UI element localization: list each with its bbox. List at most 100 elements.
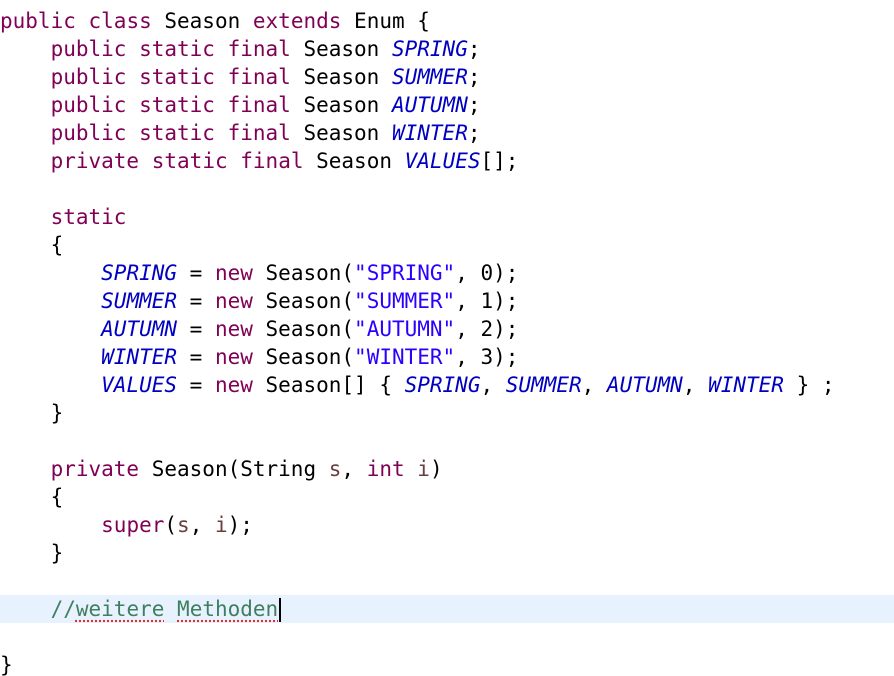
code-token: ; — [467, 93, 481, 117]
keyword: private — [50, 457, 140, 481]
keyword: new — [214, 261, 253, 285]
field: WINTER — [391, 121, 468, 145]
keyword: final — [227, 37, 291, 61]
code-token: Season — [290, 37, 392, 61]
code-token: ; — [467, 121, 481, 145]
keyword: static — [151, 149, 228, 173]
code-line[interactable]: super(s, i); — [0, 511, 894, 539]
comment: // — [50, 597, 76, 621]
keyword: final — [227, 93, 291, 117]
code-line[interactable]: { — [0, 483, 894, 511]
code-token: { — [0, 233, 64, 257]
code-token: ) — [429, 457, 443, 481]
code-line[interactable]: SPRING = new Season("SPRING", 0); — [0, 259, 894, 287]
keyword: static — [139, 93, 215, 117]
field: AUTUMN — [391, 93, 468, 117]
parameter: i — [214, 513, 228, 537]
field: SPRING — [404, 373, 481, 397]
code-token: , 0); — [455, 261, 519, 285]
field: SUMMER — [391, 65, 468, 89]
keyword: final — [240, 149, 304, 173]
code-token: ); — [227, 513, 253, 537]
code-line[interactable]: } — [0, 399, 894, 427]
code-line[interactable] — [0, 427, 894, 455]
code-token: Season(String — [139, 457, 329, 481]
code-token: []; — [480, 149, 519, 173]
code-token: , — [581, 373, 607, 397]
code-token: Season[] { — [252, 373, 405, 397]
keyword: static — [139, 65, 215, 89]
code-token: Season — [303, 149, 405, 173]
keyword: public — [50, 121, 127, 145]
keyword: static — [139, 121, 215, 145]
code-line[interactable]: static — [0, 203, 894, 231]
code-token: { — [0, 485, 64, 509]
code-line[interactable] — [0, 567, 894, 595]
keyword: extends — [252, 9, 342, 33]
string-literal: "SPRING" — [354, 261, 456, 285]
code-token: , — [480, 373, 506, 397]
code-token: Season( — [252, 345, 355, 369]
code-line[interactable]: public class Season extends Enum { — [0, 7, 894, 35]
parameter: i — [417, 457, 430, 481]
code-line[interactable]: } — [0, 539, 894, 567]
field: AUTUMN — [101, 317, 178, 341]
keyword: public — [50, 37, 127, 61]
code-token: ( — [164, 513, 178, 537]
code-token: ; — [467, 65, 481, 89]
code-token: , 1); — [455, 289, 519, 313]
code-token: = — [177, 373, 215, 397]
misspelled-comment-word: Methoden — [177, 597, 279, 621]
code-line[interactable]: VALUES = new Season[] { SPRING, SUMMER, … — [0, 371, 894, 399]
code-line[interactable]: public static final Season WINTER; — [0, 119, 894, 147]
code-line[interactable]: AUTUMN = new Season("AUTUMN", 2); — [0, 315, 894, 343]
code-line[interactable] — [0, 175, 894, 203]
keyword: static — [139, 37, 215, 61]
comment — [164, 597, 177, 621]
string-literal: "SUMMER" — [354, 289, 456, 313]
code-token: Season( — [252, 317, 355, 341]
code-token: , — [341, 457, 367, 481]
field: WINTER — [101, 345, 178, 369]
keyword: private — [50, 149, 140, 173]
code-line[interactable]: } — [0, 651, 894, 676]
code-line[interactable]: SUMMER = new Season("SUMMER", 1); — [0, 287, 894, 315]
code-line[interactable]: public static final Season AUTUMN; — [0, 91, 894, 119]
keyword: public — [50, 65, 127, 89]
code-token: = — [177, 317, 215, 341]
code-line[interactable]: WINTER = new Season("WINTER", 3); — [0, 343, 894, 371]
code-line[interactable]: public static final Season SUMMER; — [0, 63, 894, 91]
code-line[interactable] — [0, 623, 894, 651]
code-line[interactable]: { — [0, 231, 894, 259]
code-token: = — [177, 345, 215, 369]
code-line[interactable]: private Season(String s, int i) — [0, 455, 894, 483]
code-line[interactable]: private static final Season VALUES[]; — [0, 147, 894, 175]
misspelled-comment-word: weitere — [75, 597, 165, 621]
code-token: Season — [290, 65, 392, 89]
current-code-line[interactable]: //weitere Methoden — [0, 595, 894, 623]
field: WINTER — [708, 373, 784, 397]
code-line[interactable]: public static final Season SPRING; — [0, 35, 894, 63]
code-token: } — [0, 401, 64, 425]
code-token: Season — [151, 9, 253, 33]
code-token: } — [0, 541, 64, 565]
keyword: new — [214, 345, 253, 369]
code-token: Season( — [252, 261, 355, 285]
code-token: , — [189, 513, 215, 537]
code-editor[interactable]: public class Season extends Enum { publi… — [0, 0, 894, 676]
keyword: int — [366, 457, 405, 481]
